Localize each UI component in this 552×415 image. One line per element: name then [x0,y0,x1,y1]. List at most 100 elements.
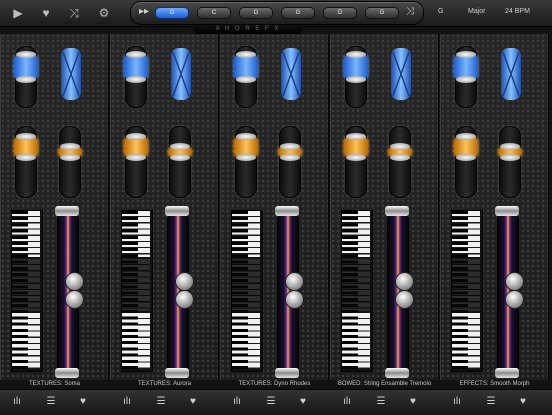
fader-cap [55,206,79,216]
channel-strip: TEXTURES: Soma [0,34,109,387]
play-icon[interactable]: ▶ [10,5,26,21]
blue-crossfader[interactable] [281,48,301,100]
piano-keys[interactable] [451,210,483,372]
effect-knob[interactable] [168,143,192,161]
grid-icon[interactable]: ☰ [154,395,168,409]
volume-knob[interactable] [14,51,38,83]
range-handle[interactable] [395,290,414,309]
effect-slider[interactable] [58,126,82,198]
heart-icon[interactable]: ♥ [38,5,54,21]
grid-icon[interactable]: ☰ [44,395,58,409]
channel-strip: EFFECTS: Smooth Morph [440,34,549,387]
range-handle[interactable] [65,290,84,309]
effect-knob[interactable] [454,133,478,161]
heart-icon[interactable]: ♥ [296,395,310,409]
chord-button[interactable]: G [281,7,315,19]
fader-cap [385,368,409,378]
wave-icon[interactable]: ılı [10,395,24,409]
chord-button[interactable]: G [239,7,273,19]
effect-slider[interactable] [234,126,258,198]
range-handle[interactable] [285,272,304,291]
chord-button[interactable]: C [197,7,231,19]
fader-cap [55,368,79,378]
volume-slider[interactable] [234,46,258,108]
range-handle[interactable] [175,272,194,291]
piano-keys[interactable] [11,210,43,372]
volume-slider[interactable] [124,46,148,108]
volume-knob[interactable] [344,51,368,83]
grid-icon[interactable]: ☰ [264,395,278,409]
effect-knob[interactable] [234,133,258,161]
range-handle[interactable] [65,272,84,291]
effect-knob[interactable] [14,133,38,161]
instrument-label[interactable]: BOWED: String Ensamble Tremolo [331,381,438,387]
effect-knob[interactable] [388,143,412,161]
forward-icon[interactable]: ▸▸ [137,5,151,19]
piano-keys[interactable] [341,210,373,372]
heart-icon[interactable]: ♥ [406,395,420,409]
instrument-label[interactable]: EFFECTS: Smooth Morph [441,381,548,387]
range-handle[interactable] [505,272,524,291]
effect-knob[interactable] [58,143,82,161]
grid-icon[interactable]: ☰ [484,395,498,409]
effect-knob[interactable] [344,133,368,161]
range-handle[interactable] [505,290,524,309]
effect-knob[interactable] [498,143,522,161]
blue-crossfader[interactable] [501,48,521,100]
piano-keys[interactable] [231,210,263,372]
effect-slider[interactable] [124,126,148,198]
hub-subtitle: A H O R E F X [193,25,303,34]
range-handle[interactable] [285,290,304,309]
effect-slider[interactable] [498,126,522,198]
instrument-label[interactable]: TEXTURES: Aurora [111,381,218,387]
volume-knob[interactable] [124,51,148,83]
top-toolbar: ▶ ♥ ⤨ ⚙ ▸▸ G C G G D G ⤨ G Major 24 BPM [0,0,552,27]
chord-button[interactable]: D [323,7,357,19]
fader-cap [275,368,299,378]
wave-icon[interactable]: ılı [450,395,464,409]
chord-button[interactable]: G [365,7,399,19]
range-handle[interactable] [175,290,194,309]
volume-slider[interactable] [344,46,368,108]
volume-slider[interactable] [14,46,38,108]
chord-button[interactable]: G [155,7,189,19]
effect-slider[interactable] [14,126,38,198]
shuffle-small-icon[interactable]: ⤨ [403,5,417,19]
volume-knob[interactable] [234,51,258,83]
effect-knob[interactable] [278,143,302,161]
fader-cap [275,206,299,216]
range-handle[interactable] [395,272,414,291]
blue-crossfader[interactable] [61,48,81,100]
scale-label[interactable]: Major [468,8,486,15]
fader-cap [385,206,409,216]
piano-keys[interactable] [121,210,153,372]
bottom-toolbar: ılı ☰ ♥ ılı ☰ ♥ ılı ☰ ♥ ılı ☰ ♥ ılı ☰ ♥ [0,389,552,415]
effect-slider[interactable] [278,126,302,198]
effect-slider[interactable] [168,126,192,198]
fader-cap [165,206,189,216]
instrument-label[interactable]: TEXTURES: Soma [1,381,108,387]
fader-cap [495,206,519,216]
shuffle-icon[interactable]: ⤨ [66,5,82,21]
wave-icon[interactable]: ılı [340,395,354,409]
wave-icon[interactable]: ılı [230,395,244,409]
gear-icon[interactable]: ⚙ [96,5,112,21]
heart-icon[interactable]: ♥ [76,395,90,409]
blue-crossfader[interactable] [391,48,411,100]
grid-icon[interactable]: ☰ [374,395,388,409]
wave-icon[interactable]: ılı [120,395,134,409]
volume-knob[interactable] [454,51,478,83]
effect-knob[interactable] [124,133,148,161]
heart-icon[interactable]: ♥ [186,395,200,409]
effect-slider[interactable] [388,126,412,198]
key-label[interactable]: G [438,8,443,15]
instrument-label[interactable]: TEXTURES: Dyno Rhodes [221,381,328,387]
tempo-label[interactable]: 24 BPM [505,8,530,15]
fader-cap [165,368,189,378]
heart-icon[interactable]: ♥ [516,395,530,409]
volume-slider[interactable] [454,46,478,108]
effect-slider[interactable] [344,126,368,198]
effect-slider[interactable] [454,126,478,198]
channel-strip: BOWED: String Ensamble Tremolo [330,34,439,387]
blue-crossfader[interactable] [171,48,191,100]
